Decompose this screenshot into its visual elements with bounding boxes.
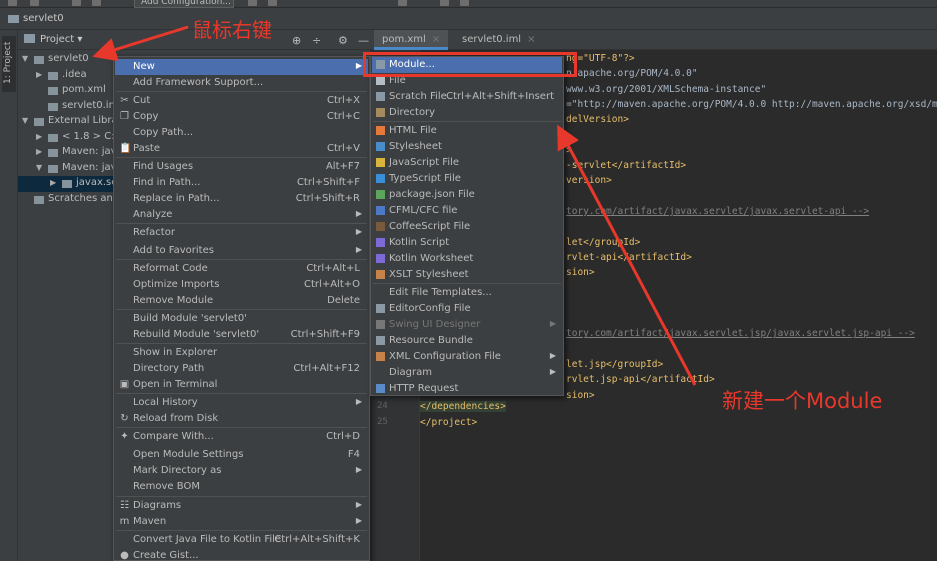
arrow-to-servlet0 (92, 25, 189, 62)
annotation-arrows (92, 25, 697, 386)
arrow-to-module (557, 124, 697, 386)
